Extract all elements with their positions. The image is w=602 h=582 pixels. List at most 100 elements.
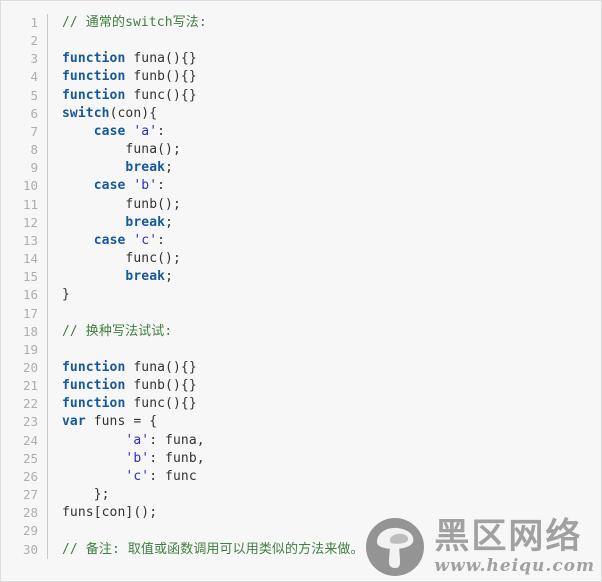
code-line: 23 var funs = {	[1, 413, 602, 432]
line-number: 3	[1, 50, 48, 69]
line-number: 8	[1, 141, 48, 160]
code-line: 14 func();	[1, 250, 602, 269]
code-token-comment: // 备注: 取值或函数调用可以用类似的方法来做。	[62, 541, 364, 557]
line-number: 23	[1, 413, 48, 432]
code-token-kw: case	[93, 178, 126, 194]
code-line: 19	[1, 340, 602, 359]
code-line-content[interactable]: 'b': funb,	[48, 450, 602, 468]
code-token-plain: : func	[149, 468, 197, 484]
code-token-kw: function	[62, 359, 126, 375]
line-number: 24	[1, 431, 48, 450]
code-line: 17	[1, 304, 602, 323]
code-line-content[interactable]: // 换种写法试试:	[48, 323, 602, 341]
line-number: 25	[1, 449, 48, 468]
code-line-content[interactable]: };	[48, 486, 602, 504]
code-token-plain: ;	[165, 269, 173, 285]
code-line-content[interactable]: function funb(){}	[48, 68, 602, 86]
code-line: 24 'a': funa,	[1, 431, 602, 450]
line-number: 17	[1, 304, 48, 323]
code-line-content[interactable]: }	[48, 286, 602, 304]
line-number: 7	[1, 122, 48, 142]
code-line-content[interactable]: funs[con]();	[48, 504, 602, 522]
code-line-content[interactable]: case 'c':	[48, 232, 602, 250]
code-line: 9 break;	[1, 159, 602, 178]
code-token-kw: case	[93, 232, 126, 248]
code-line: 8 funa();	[1, 141, 602, 160]
code-token-str: 'c'	[133, 232, 158, 248]
code-token-plain: :	[157, 232, 166, 248]
line-number: 12	[1, 213, 48, 232]
line-number: 16	[1, 286, 48, 305]
code-token-plain: func(){}	[125, 396, 197, 412]
code-line: 16}	[1, 286, 602, 305]
code-line: 28 funs[con]();	[1, 504, 602, 523]
code-line: 15 break;	[1, 268, 602, 287]
line-number: 13	[1, 231, 48, 251]
code-line: 6 switch(con){	[1, 104, 602, 123]
code-line-content[interactable]: function func(){}	[48, 395, 602, 413]
code-line-content[interactable]: funb();	[48, 196, 602, 214]
line-number: 14	[1, 250, 48, 269]
code-token-comment: // 通常的switch写法:	[62, 15, 207, 30]
code-line-content[interactable]: funa();	[48, 141, 602, 159]
line-number: 27	[1, 486, 48, 505]
code-token-kw: break	[125, 269, 166, 285]
code-line: 10 case 'b':	[1, 177, 602, 196]
code-line-content[interactable]: break;	[48, 159, 602, 177]
code-line-content[interactable]: var funs = {	[48, 413, 602, 431]
line-number: 15	[1, 268, 48, 287]
code-line: 7 case 'a':	[1, 122, 602, 142]
line-number: 10	[1, 177, 48, 196]
code-token-kw: function	[62, 51, 126, 67]
code-token-plain: funa(){}	[125, 51, 197, 67]
code-line-content[interactable]: function funa(){}	[48, 50, 602, 68]
code-line-content[interactable]: func();	[48, 250, 602, 268]
line-number: 21	[1, 377, 48, 396]
line-number: 6	[1, 104, 48, 123]
line-number: 1	[1, 14, 48, 33]
code-line-content[interactable]	[48, 305, 602, 323]
code-line-content[interactable]: function funa(){}	[48, 359, 602, 377]
code-line-content[interactable]	[48, 522, 602, 540]
code-token-plain: : funa,	[149, 432, 205, 448]
code-token-kw: function	[62, 69, 126, 85]
code-line: 5 function func(){}	[1, 86, 602, 105]
code-line-content[interactable]: function funb(){}	[48, 377, 602, 395]
line-number: 22	[1, 395, 48, 414]
code-line: 13 case 'c':	[1, 231, 602, 251]
code-line: 18 // 换种写法试试:	[1, 322, 602, 341]
watermark-url: www.heiqu.com	[434, 555, 595, 576]
code-token-plain: }	[62, 287, 70, 303]
code-line-content[interactable]: 'a': funa,	[48, 432, 602, 450]
code-token-str: 'a'	[125, 432, 150, 448]
line-number: 4	[1, 68, 48, 87]
code-token-str: 'b'	[133, 178, 158, 194]
code-line-content[interactable]	[48, 32, 602, 50]
code-line-content[interactable]: break;	[48, 214, 602, 232]
line-number: 18	[1, 322, 48, 341]
code-line-content[interactable]: 'c': func	[48, 468, 602, 486]
code-line: 30 // 备注: 取值或函数调用可以用类似的方法来做。	[1, 540, 602, 559]
code-line-content[interactable]: case 'a':	[48, 123, 602, 141]
code-token-kw: switch	[62, 105, 110, 121]
code-token-str: 'b'	[125, 450, 150, 466]
code-listing-body: 1// 通常的switch写法: 2 3 function funa(){} 4 fun…	[1, 14, 601, 559]
code-line-content[interactable]: // 备注: 取值或函数调用可以用类似的方法来做。	[48, 541, 602, 559]
code-token-plain: (con){	[109, 105, 158, 121]
line-number: 19	[1, 340, 48, 359]
code-token-plain: ;	[165, 160, 173, 176]
line-number: 5	[1, 86, 48, 105]
code-line-content[interactable]: switch(con){	[48, 105, 602, 123]
code-token-plain: func();	[62, 251, 181, 267]
code-line-content[interactable]: break;	[48, 268, 602, 286]
code-token-plain: : funb,	[149, 450, 205, 466]
code-line-content[interactable]: case 'b':	[48, 177, 602, 195]
code-viewer[interactable]: 1// 通常的switch写法: 2 3 function funa(){} 4 fun…	[0, 0, 602, 582]
code-line-content[interactable]	[48, 341, 602, 359]
code-line-content[interactable]: function func(){}	[48, 87, 602, 105]
code-line-content[interactable]: // 通常的switch写法:	[48, 14, 602, 32]
